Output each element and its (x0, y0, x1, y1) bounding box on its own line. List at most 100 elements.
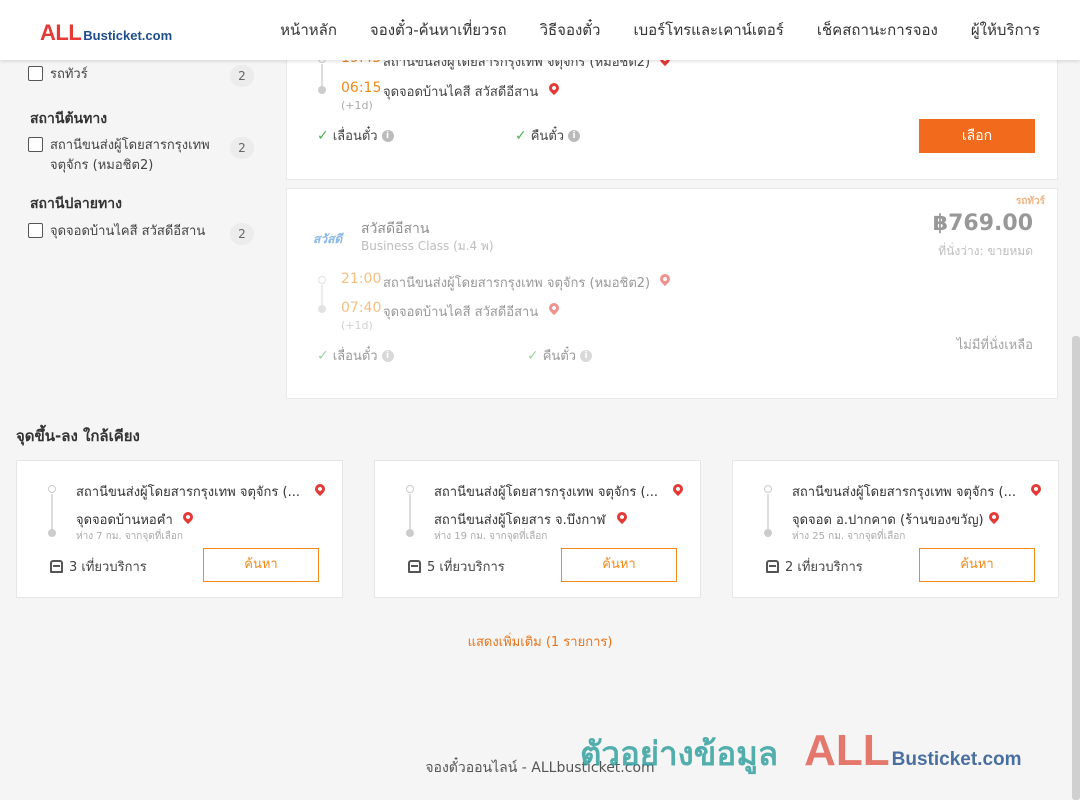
from-dot (48, 485, 56, 493)
feature-label: เลื่อนตั๋ว (332, 129, 378, 144)
nearby-distance: ห่าง 19 กม. จากจุดที่เลือก (434, 531, 548, 542)
nearby-search-button[interactable]: ค้นหา (561, 548, 677, 582)
feature-refund: ✓ คืนตั๋ว i (515, 125, 581, 146)
check-icon: ✓ (317, 347, 329, 364)
logo-all: ALL (40, 20, 82, 45)
trips-label: 3 เที่ยวบริการ (69, 560, 147, 575)
checkbox[interactable] (28, 223, 43, 238)
arrive-stop: จุดจอดบ้านไคสี สวัสดีอีสาน (383, 85, 539, 100)
logo-rest: Busticket.com (83, 28, 173, 43)
to-dot (406, 529, 414, 537)
route-line (767, 494, 769, 530)
sample-watermark: ตัวอย่างข้อมูล ALL Busticket.com (580, 726, 1022, 780)
map-pin-icon[interactable] (670, 481, 686, 497)
feature-label: คืนตั๋ว (542, 349, 577, 364)
arrive-time: 07:40 (341, 300, 382, 316)
trips-label: 2 เที่ยวบริการ (785, 560, 863, 575)
filter-label: สถานีขนส่งผู้โดยสารกรุงเทพ จตุจักร (หมอช… (50, 138, 210, 173)
filter-dest[interactable]: จุดจอดบ้านไคสี สวัสดีอีสาน 2 (28, 222, 254, 245)
to-dot (48, 529, 56, 537)
price: ฿769.00 (932, 211, 1033, 236)
nearby-from: สถานีขนส่งผู้โดยสารกรุงเทพ จตุจักร (... (434, 485, 658, 500)
info-icon[interactable]: i (381, 349, 394, 362)
main-nav: หน้าหลัก จองตั๋ว-ค้นหาเที่ยวรถ วิธีจองตั… (280, 0, 1040, 60)
map-pin-icon[interactable] (986, 509, 1002, 525)
from-dot (764, 485, 772, 493)
filter-origin[interactable]: สถานีขนส่งผู้โดยสารกรุงเทพ จตุจักร (หมอช… (28, 136, 254, 176)
nearby-distance: ห่าง 25 กม. จากจุดที่เลือก (792, 531, 906, 542)
nav-booking[interactable]: จองตั๋ว-ค้นหาเที่ยวรถ (370, 18, 507, 42)
nearby-to: จุดจอดบ้านหอคำ (76, 513, 173, 528)
filter-count: 2 (230, 223, 254, 245)
checkbox[interactable] (28, 66, 43, 81)
route-line (409, 494, 411, 530)
site-logo[interactable]: ALL Busticket.com (40, 20, 172, 46)
feature-change: ✓ เลื่อนตั๋ว i (317, 125, 394, 146)
site-header: ALL Busticket.com หน้าหลัก จองตั๋ว-ค้นหา… (0, 0, 1080, 60)
seats-available: ที่นั่งว่าง: ขายหมด (938, 244, 1033, 258)
nearby-trips: 5 เที่ยวบริการ (408, 556, 505, 577)
select-button[interactable]: เลือก (919, 119, 1035, 153)
map-pin-icon[interactable] (546, 80, 562, 96)
check-icon: ✓ (515, 127, 527, 144)
to-dot (764, 529, 772, 537)
trip-content: รถทัวร์ สวัสดี สวัสดีอีสาน Business Clas… (287, 189, 1057, 398)
map-pin-icon[interactable] (546, 300, 562, 316)
info-icon[interactable]: i (568, 129, 581, 142)
arrive-stop: จุดจอดบ้านไคสี สวัสดีอีสาน (383, 305, 539, 320)
arrive-note: (+1d) (341, 99, 373, 112)
page-scrollbar[interactable] (1072, 336, 1080, 800)
map-pin-icon[interactable] (180, 509, 196, 525)
nearby-from: สถานีขนส่งผู้โดยสารกรุงเทพ จตุจักร (... (792, 485, 1016, 500)
filter-bus-tour[interactable]: รถทัวร์ 2 (28, 65, 254, 87)
nearby-distance: ห่าง 7 กม. จากจุดที่เลือก (76, 531, 183, 542)
nearby-trips: 2 เที่ยวบริการ (766, 556, 863, 577)
nearby-card: สถานีขนส่งผู้โดยสารกรุงเทพ จตุจักร (... … (16, 460, 343, 598)
route-line (51, 494, 53, 530)
nav-check-status[interactable]: เช็คสถานะการจอง (817, 18, 938, 42)
check-icon: ✓ (527, 347, 539, 364)
map-pin-icon[interactable] (657, 271, 673, 287)
arrive-note: (+1d) (341, 319, 373, 332)
show-more-link[interactable]: แสดงเพิ่มเติม (1 รายการ) (0, 631, 1080, 652)
watermark-rest: Busticket.com (891, 749, 1022, 770)
map-pin-icon[interactable] (1028, 481, 1044, 497)
no-seat-label: ไม่มีที่นั่งเหลือ (956, 338, 1033, 353)
nav-contacts[interactable]: เบอร์โทรและเคาน์เตอร์ (633, 18, 783, 42)
depart-stop: สถานีขนส่งผู้โดยสารกรุงเทพ จตุจักร (หมอช… (383, 276, 651, 291)
info-icon[interactable]: i (580, 349, 593, 362)
from-dot (406, 485, 414, 493)
arrive-dot (318, 86, 326, 94)
filter-count: 2 (230, 137, 254, 159)
nearby-search-button[interactable]: ค้นหา (203, 548, 319, 582)
map-pin-icon[interactable] (614, 509, 630, 525)
check-icon: ✓ (317, 127, 329, 144)
nearby-section-title: จุดขึ้น-ลง ใกล้เคียง (16, 427, 140, 445)
filter-count: 2 (230, 65, 254, 87)
filter-label: รถทัวร์ (50, 67, 88, 82)
nav-operators[interactable]: ผู้ให้บริการ (971, 18, 1040, 42)
bus-icon (766, 560, 779, 573)
trip-card-sold-out: รถทัวร์ สวัสดี สวัสดีอีสาน Business Clas… (286, 188, 1058, 399)
bus-class: Business Class (ม.4 พ) (361, 239, 494, 253)
nav-home[interactable]: หน้าหลัก (280, 18, 337, 42)
map-pin-icon[interactable] (312, 481, 328, 497)
arrive-dot (318, 305, 326, 313)
route-line (321, 285, 323, 305)
origin-filter-title: สถานีต้นทาง (30, 111, 108, 127)
nearby-to: สถานีขนส่งผู้โดยสาร จ.บึงกาฬ (434, 513, 606, 528)
nearby-card: สถานีขนส่งผู้โดยสารกรุงเทพ จตุจักร (... … (732, 460, 1059, 598)
info-icon[interactable]: i (381, 129, 394, 142)
nearby-card: สถานีขนส่งผู้โดยสารกรุงเทพ จตุจักร (... … (374, 460, 701, 598)
filter-label: จุดจอดบ้านไคสี สวัสดีอีสาน (50, 224, 206, 239)
feature-refund: ✓ คืนตั๋ว i (527, 345, 593, 366)
nearby-from: สถานีขนส่งผู้โดยสารกรุงเทพ จตุจักร (... (76, 485, 300, 500)
bus-icon (50, 560, 63, 573)
checkbox[interactable] (28, 137, 43, 152)
trips-label: 5 เที่ยวบริการ (427, 560, 505, 575)
arrive-time: 06:15 (341, 80, 382, 96)
nav-how-to[interactable]: วิธีจองตั๋ว (540, 18, 601, 42)
nearby-search-button[interactable]: ค้นหา (919, 548, 1035, 582)
feature-label: เลื่อนตั๋ว (332, 349, 378, 364)
dest-filter-title: สถานีปลายทาง (30, 196, 122, 212)
